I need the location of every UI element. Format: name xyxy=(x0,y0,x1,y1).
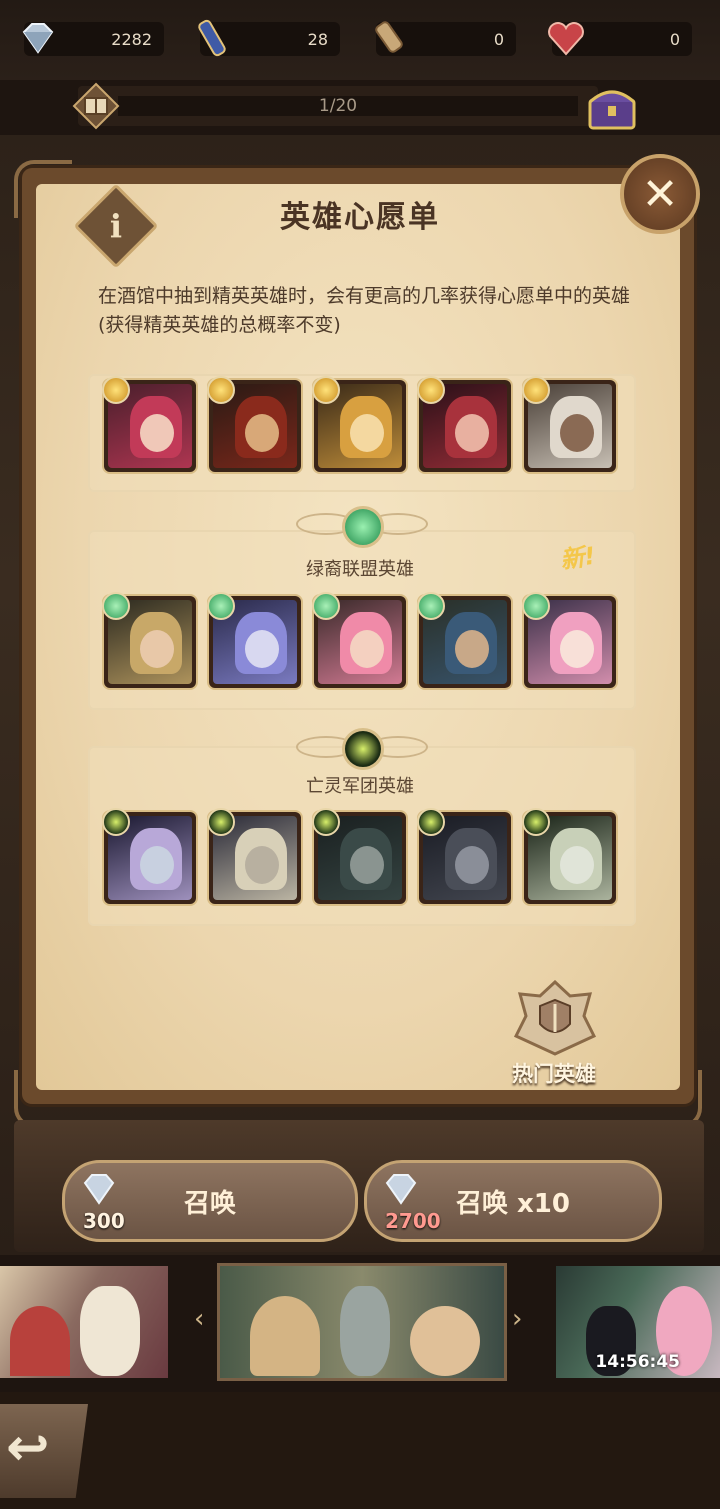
dialog-description: 在酒馆中抽到精英英雄时，会有更高的几率获得心愿单中的英雄(获得精英英雄的总概率不… xyxy=(98,285,631,336)
banner-character xyxy=(340,1286,390,1376)
progress-label: 1/20 xyxy=(318,96,358,116)
wilder-faction-icon xyxy=(522,592,550,620)
wilder-faction-icon xyxy=(342,506,384,548)
bottom-bar xyxy=(0,1392,720,1509)
diamond-icon xyxy=(22,23,54,54)
graveborn-faction-icon xyxy=(102,808,130,836)
scroll-value: 28 xyxy=(307,30,328,49)
banner-character xyxy=(250,1296,320,1376)
heart-icon xyxy=(548,22,584,56)
hot-heroes-icon[interactable] xyxy=(510,980,600,1056)
summon-x10-button[interactable]: 召唤 x10 2700 xyxy=(364,1160,662,1242)
hero-face xyxy=(560,630,594,668)
banner-right[interactable]: 14:56:45 xyxy=(556,1266,720,1378)
hero-face xyxy=(455,414,489,452)
lightbearer-faction-icon xyxy=(102,376,130,404)
hot-heroes-label: 热门英雄 xyxy=(512,1062,596,1086)
diamond-counter[interactable]: 2282 xyxy=(22,22,164,56)
graveborn-faction-icon xyxy=(417,808,445,836)
scroll-counter[interactable]: 28 xyxy=(198,19,340,57)
wilder-faction-icon xyxy=(207,592,235,620)
hero-face xyxy=(560,846,594,884)
treasure-chest-icon[interactable] xyxy=(582,80,642,136)
hero-face xyxy=(140,414,174,452)
hero-face xyxy=(455,846,489,884)
chevron-left-icon[interactable]: ‹ xyxy=(194,1304,204,1334)
banner-character xyxy=(410,1306,480,1376)
heart-value: 0 xyxy=(669,30,680,49)
close-button[interactable]: ✕ xyxy=(620,154,700,234)
lightbearer-faction-icon xyxy=(522,376,550,404)
hero-face xyxy=(140,630,174,668)
hero-face xyxy=(245,414,279,452)
banner-character xyxy=(80,1286,140,1376)
heart-counter[interactable]: 0 xyxy=(548,22,692,56)
graveborn-faction-icon xyxy=(312,808,340,836)
banner-left[interactable] xyxy=(0,1266,168,1378)
faction-scroll-value: 0 xyxy=(493,30,504,49)
summon-button[interactable]: 召唤 300 xyxy=(62,1160,358,1242)
summon-cost: 300 xyxy=(83,1209,125,1233)
close-icon: ✕ xyxy=(641,168,679,220)
hero-face xyxy=(455,630,489,668)
hero-face xyxy=(560,414,594,452)
scroll-icon xyxy=(198,19,226,57)
wilder-faction-icon xyxy=(417,592,445,620)
resource-bar: 2282 28 0 0 xyxy=(0,0,720,80)
new-badge: 新! xyxy=(558,541,598,575)
hero-face xyxy=(245,846,279,884)
graveborn-faction-icon xyxy=(342,728,384,770)
hero-face xyxy=(245,630,279,668)
back-arrow-icon: ↩ xyxy=(6,1418,50,1478)
info-icon: i xyxy=(109,207,123,245)
hero-face xyxy=(140,846,174,884)
hero-face xyxy=(350,846,384,884)
hero-face xyxy=(350,414,384,452)
banner-character xyxy=(10,1306,70,1376)
back-button[interactable]: ↩ xyxy=(0,1404,88,1498)
faction-scroll-icon xyxy=(375,21,403,53)
group-title-graveborn: 亡灵军团英雄 xyxy=(306,776,414,797)
lightbearer-faction-icon xyxy=(417,376,445,404)
wilder-faction-icon xyxy=(102,592,130,620)
graveborn-faction-icon xyxy=(522,808,550,836)
progress-bar: 1/20 xyxy=(78,86,598,126)
hero-face xyxy=(350,630,384,668)
graveborn-faction-icon xyxy=(207,808,235,836)
lightbearer-faction-icon xyxy=(312,376,340,404)
wilder-faction-icon xyxy=(312,592,340,620)
book-icon[interactable] xyxy=(72,82,120,130)
lightbearer-faction-icon xyxy=(207,376,235,404)
summon-x10-cost: 2700 xyxy=(385,1209,441,1233)
banner-timer: 14:56:45 xyxy=(595,1352,680,1372)
faction-scroll-counter[interactable]: 0 xyxy=(375,21,516,56)
banner-center[interactable] xyxy=(220,1266,504,1378)
group-title-wilder: 绿裔联盟英雄 xyxy=(306,559,414,580)
chevron-right-icon[interactable]: › xyxy=(512,1304,522,1334)
diamond-value: 2282 xyxy=(111,30,152,49)
